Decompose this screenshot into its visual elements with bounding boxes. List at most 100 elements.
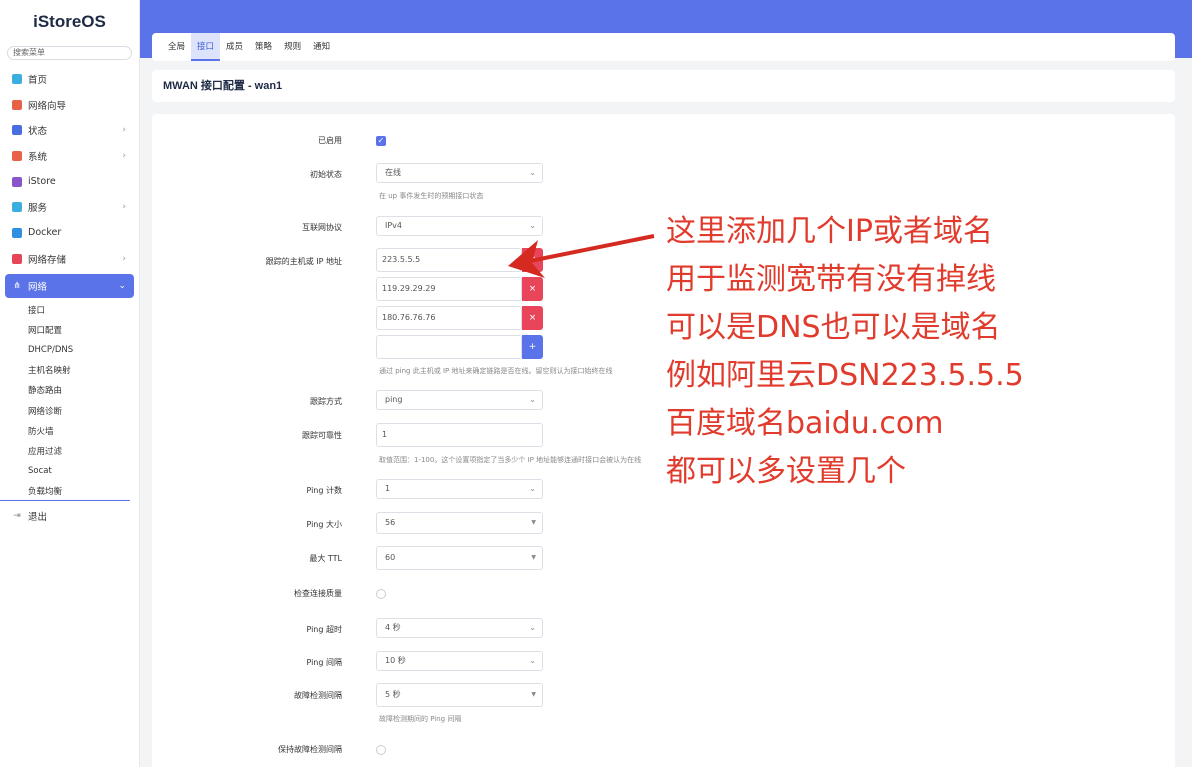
sidebar-subitem-3[interactable]: 主机名映射 (0, 360, 139, 380)
initial-state-label: 初始状态 (310, 170, 342, 179)
track-ip-row: 180.76.76.76 × (376, 306, 543, 330)
add-ip-button[interactable]: + (522, 335, 543, 359)
max-ttl-combobox[interactable]: 60 ▼ (376, 546, 543, 570)
chevron-down-icon: ⌄ (529, 656, 536, 665)
track-ip-label: 跟踪的主机或 IP 地址 (265, 257, 342, 266)
sidebar-item-6[interactable]: Docker (0, 220, 139, 246)
sidebar-subitem-0[interactable]: 接口 (0, 300, 139, 320)
check-quality-label: 检查连接质量 (294, 589, 342, 598)
ping-count-select[interactable]: 1 ⌄ (376, 479, 543, 499)
check-quality-checkbox[interactable] (376, 589, 386, 599)
sidebar-item-label: 服务 (28, 203, 48, 215)
keep-failure-checkbox[interactable] (376, 745, 386, 755)
track-ip-input[interactable]: 223.5.5.5 (376, 248, 522, 272)
chevron-down-icon: ⌄ (529, 395, 536, 404)
tab-bar: 全局 接口 成员 策略 规则 通知 (152, 33, 1175, 61)
sidebar-item-label: 首页 (28, 74, 48, 86)
sidebar-item-4[interactable]: iStore (0, 169, 139, 195)
enabled-checkbox[interactable]: ✓ (376, 136, 386, 146)
gear-icon (12, 150, 22, 161)
initial-state-hint: 在 up 事件发生时的预期接口状态 (379, 192, 484, 200)
failure-interval-label: 故障检测间隔 (294, 691, 342, 700)
sidebar-item-label: iStore (28, 176, 56, 188)
sidebar-item-2[interactable]: 状态 › (0, 117, 139, 143)
logout-button[interactable]: ⇥ 退出 (0, 503, 139, 529)
chevron-icon: › (122, 125, 126, 136)
tab-4[interactable]: 规则 (278, 33, 307, 61)
remove-ip-button[interactable]: × (522, 248, 543, 272)
chevron-down-icon: ⌄ (529, 221, 536, 230)
logout-label: 退出 (28, 512, 48, 524)
ping-timeout-select[interactable]: 4 秒 ⌄ (376, 618, 543, 638)
tab-3[interactable]: 策略 (249, 33, 278, 61)
reliability-input[interactable]: 1 (376, 423, 543, 447)
track-ip-input[interactable]: 180.76.76.76 (376, 306, 522, 330)
storage-icon (12, 253, 22, 264)
triangle-down-icon: ▼ (531, 519, 536, 526)
track-ip-input[interactable] (376, 335, 522, 359)
sidebar-subitem-8[interactable]: Socat (0, 461, 139, 481)
chevron-down-icon: ⌄ (529, 484, 536, 493)
ping-interval-select[interactable]: 10 秒 ⌄ (376, 651, 543, 671)
sidebar-item-8[interactable]: ⋔ 网络 ⌄ (5, 273, 134, 298)
services-icon (12, 202, 22, 213)
keep-failure-label: 保持故障检测间隔 (278, 745, 342, 754)
sidebar-item-7[interactable]: 网络存储 › (0, 246, 139, 272)
sidebar-item-1[interactable]: 网络向导 (0, 92, 139, 118)
track-method-label: 跟踪方式 (310, 397, 342, 406)
tab-1[interactable]: 接口 (191, 33, 221, 61)
chevron-icon: › (122, 202, 126, 213)
home-icon (12, 73, 22, 84)
annotation-line: 可以是DNS也可以是域名 (666, 310, 1001, 345)
protocol-select[interactable]: IPv4 ⌄ (376, 216, 543, 236)
annotation-line: 例如阿里云DSN223.5.5.5 (666, 358, 1024, 393)
ping-size-value: 56 (385, 518, 396, 527)
tab-2[interactable]: 成员 (220, 33, 249, 61)
sidebar-item-3[interactable]: 系统 › (0, 143, 139, 169)
sidebar-item-0[interactable]: 首页 (0, 66, 139, 92)
initial-state-value: 在线 (385, 168, 401, 177)
chevron-icon: ⌄ (118, 280, 126, 291)
ping-interval-label: Ping 间隔 (306, 658, 342, 667)
sidebar-subitem-2[interactable]: DHCP/DNS (0, 340, 139, 360)
ping-count-label: Ping 计数 (306, 486, 342, 495)
max-ttl-value: 60 (385, 553, 396, 562)
chevron-icon: › (122, 253, 126, 264)
track-ip-input[interactable]: 119.29.29.29 (376, 277, 522, 301)
annotation-line: 百度域名baidu.com (666, 406, 944, 441)
initial-state-select[interactable]: 在线 ⌄ (376, 163, 543, 183)
ping-count-value: 1 (385, 484, 391, 493)
sidebar-item-5[interactable]: 服务 › (0, 194, 139, 220)
ping-interval-value: 10 秒 (385, 656, 406, 665)
failure-interval-value: 5 秒 (385, 690, 401, 699)
reliability-label: 跟踪可靠性 (302, 431, 342, 440)
tab-0[interactable]: 全局 (162, 33, 191, 61)
sidebar-subitem-6[interactable]: 防火墙 (0, 421, 139, 441)
ping-size-label: Ping 大小 (306, 520, 342, 529)
sidebar-subitem-9[interactable]: 负载均衡 (0, 481, 130, 502)
app-logo[interactable]: iStoreOS (0, 0, 139, 44)
docker-icon (12, 227, 22, 238)
enabled-label: 已启用 (318, 136, 342, 145)
logout-icon: ⇥ (13, 511, 21, 522)
max-ttl-label: 最大 TTL (309, 554, 342, 563)
remove-ip-button[interactable]: × (522, 277, 543, 301)
remove-ip-button[interactable]: × (522, 306, 543, 330)
sidebar-subitem-1[interactable]: 网口配置 (0, 320, 139, 340)
sidebar-subitem-4[interactable]: 静态路由 (0, 380, 139, 400)
network-icon: ⋔ (13, 280, 21, 291)
sidebar-item-label: Docker (28, 227, 62, 239)
failure-interval-hint: 故障检测期间的 Ping 间隔 (379, 715, 462, 723)
menu-search-input[interactable]: 搜索菜单 (7, 46, 132, 60)
sidebar-subitem-5[interactable]: 网络诊断 (0, 400, 139, 420)
ping-size-combobox[interactable]: 56 ▼ (376, 512, 543, 534)
failure-interval-combobox[interactable]: 5 秒 ▼ (376, 683, 543, 707)
annotation-text: 这里添加几个IP或者域名 用于监测宽带有没有掉线 可以是DNS也可以是域名 例如阿里云… (666, 208, 1024, 496)
tab-5[interactable]: 通知 (307, 33, 336, 61)
annotation-line: 这里添加几个IP或者域名 (666, 214, 993, 249)
track-method-value: ping (385, 395, 403, 404)
sidebar-subitem-7[interactable]: 应用过滤 (0, 441, 139, 461)
track-ip-row: 223.5.5.5 × (376, 248, 543, 272)
track-method-select[interactable]: ping ⌄ (376, 390, 543, 410)
sidebar-item-label: 状态 (28, 126, 48, 138)
